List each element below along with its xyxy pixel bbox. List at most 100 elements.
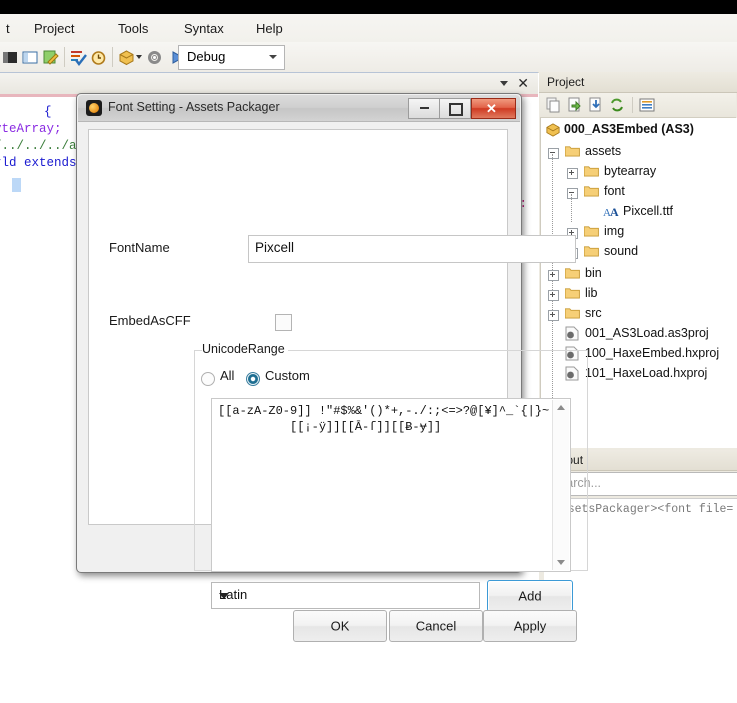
add-button-label: Add bbox=[518, 588, 542, 604]
font-setting-dialog: Font Setting - Assets Packager ✕ FontNam… bbox=[76, 93, 588, 642]
package-dropdown-icon[interactable] bbox=[136, 55, 142, 59]
build-config-dropdown[interactable]: Debug bbox=[178, 45, 285, 70]
tree-label-haxeload: 101_HaxeLoad.hxproj bbox=[585, 366, 708, 380]
tree-label-sound: sound bbox=[604, 244, 639, 258]
collapse-icon[interactable] bbox=[567, 188, 578, 199]
folder-icon bbox=[584, 166, 599, 177]
tree-label-root: 000_AS3Embed (AS3) bbox=[564, 122, 694, 136]
menu-item-tools[interactable]: Tools bbox=[112, 19, 154, 38]
project-toolbar-separator bbox=[632, 97, 633, 113]
close-button[interactable]: ✕ bbox=[471, 98, 516, 119]
code-line-2: yteArray; bbox=[0, 122, 62, 136]
code-selection-highlight bbox=[12, 178, 21, 192]
tree-label-assets: assets bbox=[585, 144, 622, 158]
apply-button-label: Apply bbox=[513, 618, 547, 634]
embed-cff-label: EmbedAsCFF bbox=[109, 313, 191, 328]
screen-top-strip bbox=[0, 0, 737, 14]
menu-bar: t Project Tools Syntax Help bbox=[0, 14, 737, 43]
font-file-icon: AA bbox=[603, 205, 619, 219]
package-icon[interactable] bbox=[118, 49, 135, 66]
tree-item-lib[interactable]: lib bbox=[541, 284, 737, 304]
menu-item-project[interactable]: Project bbox=[28, 19, 80, 38]
folder-icon bbox=[565, 268, 580, 279]
main-toolbar: Debug bbox=[0, 42, 737, 73]
folder-icon bbox=[584, 246, 599, 257]
chevron-down-icon bbox=[269, 55, 277, 59]
radio-custom-label: Custom bbox=[265, 368, 310, 383]
fontname-label: FontName bbox=[109, 240, 170, 255]
expand-icon[interactable] bbox=[548, 310, 559, 321]
add-button[interactable]: Add bbox=[487, 580, 573, 612]
unicode-range-textarea[interactable]: [[a-zA-Z0-9]] !"#$%&'()*+,-./:;<=>?@[¥]^… bbox=[211, 398, 571, 572]
cancel-button-label: Cancel bbox=[415, 618, 457, 634]
fontname-value: Pixcell bbox=[255, 240, 295, 255]
tree-label-haxeembed: 100_HaxeEmbed.hxproj bbox=[585, 346, 720, 360]
tree-label-bin: bin bbox=[585, 266, 602, 280]
package-icon bbox=[546, 123, 560, 137]
minimize-button[interactable] bbox=[408, 98, 440, 119]
tree-item-src[interactable]: src bbox=[541, 304, 737, 324]
dialog-title: Font Setting - Assets Packager bbox=[108, 100, 280, 114]
layout-icon[interactable] bbox=[22, 49, 39, 66]
code-line-3: /../../../as bbox=[0, 139, 85, 153]
properties-icon[interactable] bbox=[639, 97, 655, 113]
refresh-icon[interactable] bbox=[609, 97, 625, 113]
editor-tab-strip: ✕ bbox=[0, 73, 538, 95]
close-icon[interactable]: ✕ bbox=[517, 75, 529, 92]
menu-item-syntax[interactable]: Syntax bbox=[178, 19, 230, 38]
edit-icon[interactable] bbox=[42, 49, 59, 66]
radio-all[interactable] bbox=[201, 372, 215, 386]
expand-icon[interactable] bbox=[548, 270, 559, 281]
tree-item-bin[interactable]: bin bbox=[541, 264, 737, 284]
fontname-input[interactable]: Pixcell bbox=[248, 235, 576, 263]
copy-icon[interactable] bbox=[546, 97, 562, 113]
project-panel-header: Project bbox=[539, 72, 737, 93]
code-line-1: { bbox=[14, 105, 52, 119]
tree-label-font: font bbox=[604, 184, 625, 198]
tree-item-pixcell-ttf[interactable]: AA Pixcell.ttf bbox=[541, 202, 737, 222]
close-icon: ✕ bbox=[486, 101, 497, 116]
tree-label-bytearray: bytearray bbox=[604, 164, 657, 178]
embed-cff-checkbox[interactable] bbox=[275, 314, 292, 331]
maximize-icon bbox=[449, 103, 463, 116]
menu-item-truncated[interactable]: t bbox=[0, 19, 16, 38]
dialog-title-bar[interactable]: Font Setting - Assets Packager ✕ bbox=[78, 95, 520, 122]
toolbar-separator-1 bbox=[64, 47, 65, 67]
project-panel-title: Project bbox=[547, 75, 585, 89]
apply-button[interactable]: Apply bbox=[483, 610, 577, 642]
tree-item-root[interactable]: 000_AS3Embed (AS3) bbox=[541, 120, 737, 140]
minimize-icon bbox=[420, 107, 429, 109]
scroll-up-icon[interactable] bbox=[557, 405, 565, 410]
expand-icon[interactable] bbox=[548, 290, 559, 301]
checklist-icon[interactable] bbox=[70, 49, 87, 66]
tree-item-assets[interactable]: assets bbox=[541, 142, 737, 162]
tree-label-pixcell-ttf: Pixcell.ttf bbox=[623, 204, 674, 218]
tree-item-as3proj[interactable]: 001_AS3Load.as3proj bbox=[541, 324, 737, 344]
menu-item-help[interactable]: Help bbox=[250, 19, 289, 38]
folder-icon bbox=[565, 308, 580, 319]
export-icon[interactable] bbox=[567, 97, 583, 113]
textarea-scrollbar[interactable] bbox=[552, 400, 569, 570]
cancel-button[interactable]: Cancel bbox=[389, 610, 483, 642]
tree-label-lib: lib bbox=[585, 286, 598, 300]
expand-icon[interactable] bbox=[567, 168, 578, 179]
ok-button[interactable]: OK bbox=[293, 610, 387, 642]
collapse-icon[interactable] bbox=[548, 148, 559, 159]
panel-icon[interactable] bbox=[2, 49, 19, 66]
tree-label-img: img bbox=[604, 224, 625, 238]
tree-item-bytearray[interactable]: bytearray bbox=[541, 162, 737, 182]
svg-text:A: A bbox=[610, 205, 619, 219]
scroll-down-icon[interactable] bbox=[557, 560, 565, 565]
tree-label-as3proj: 001_AS3Load.as3proj bbox=[585, 326, 709, 340]
ok-button-label: OK bbox=[330, 618, 350, 634]
tab-list-dropdown-icon[interactable] bbox=[500, 81, 508, 86]
radio-custom[interactable] bbox=[246, 372, 260, 386]
settings-icon[interactable] bbox=[146, 49, 163, 66]
import-icon[interactable] bbox=[588, 97, 604, 113]
language-dropdown[interactable]: Latin bbox=[211, 582, 480, 609]
maximize-button[interactable] bbox=[439, 98, 471, 119]
clock-icon[interactable] bbox=[90, 49, 107, 66]
build-config-label: Debug bbox=[187, 49, 226, 64]
folder-icon bbox=[565, 288, 580, 299]
chevron-down-icon bbox=[219, 593, 229, 599]
